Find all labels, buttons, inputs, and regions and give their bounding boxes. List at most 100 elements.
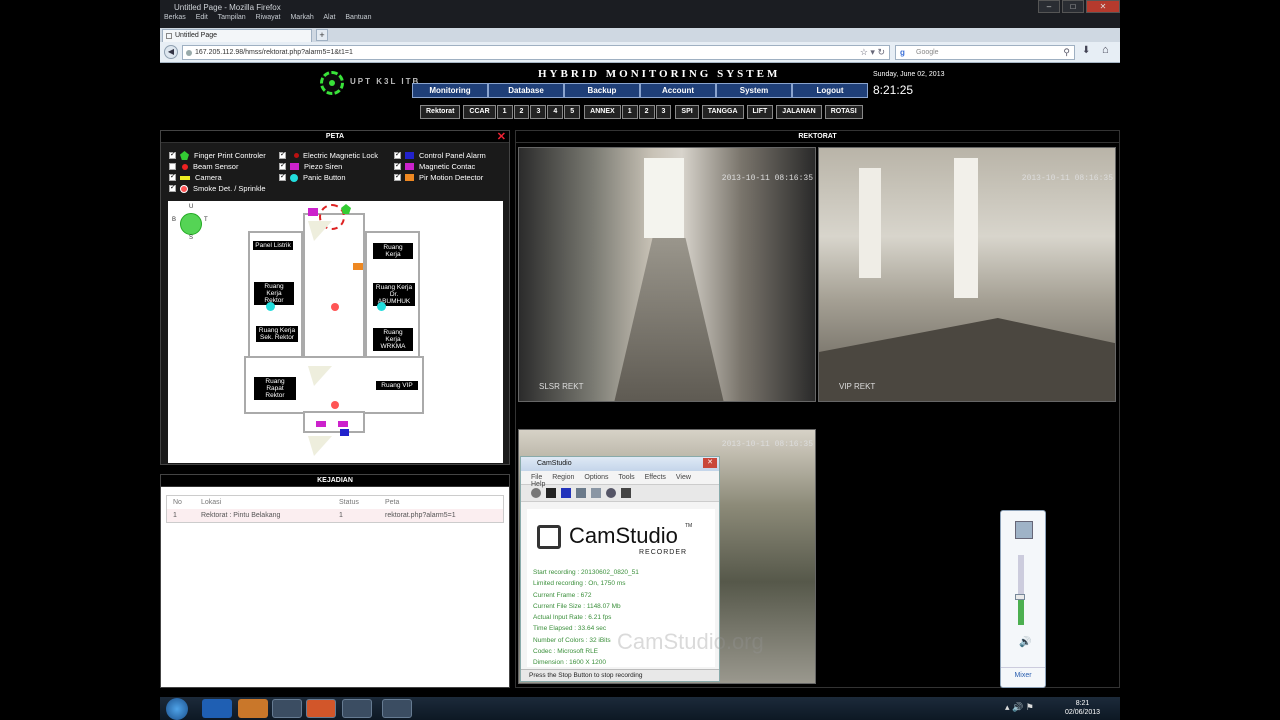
- menu-item[interactable]: Help: [531, 481, 545, 488]
- menu-item[interactable]: Alat: [323, 14, 335, 21]
- legend-item[interactable]: Control Panel Alarm: [394, 150, 486, 160]
- close-icon[interactable]: ✕: [497, 132, 506, 143]
- new-tab-button[interactable]: +: [316, 29, 328, 41]
- subnav-ccar-2[interactable]: 2: [513, 105, 530, 119]
- taskbar-clock[interactable]: 8:21 02/06/2013: [1065, 699, 1100, 717]
- minimize-button[interactable]: –: [1038, 0, 1060, 13]
- search-icon[interactable]: ⚲: [1063, 47, 1070, 58]
- cell-peta-link[interactable]: rektorat.php?alarm5=1: [379, 509, 499, 522]
- menu-item[interactable]: View: [676, 474, 691, 481]
- reload-icon[interactable]: ☆ ▾ ↻: [860, 47, 885, 58]
- table-row[interactable]: 1 Rektorat : Pintu Belakang 1 rektorat.p…: [167, 509, 503, 522]
- checkbox[interactable]: [394, 172, 401, 181]
- browser-tab[interactable]: Untitled Page: [162, 29, 312, 42]
- menu-item[interactable]: Riwayat: [256, 14, 281, 21]
- back-icon[interactable]: ◀: [164, 45, 178, 59]
- nav-system[interactable]: System: [716, 83, 792, 98]
- subnav-rektorat[interactable]: Rektorat: [420, 105, 461, 119]
- subnav-annex-1[interactable]: 1: [621, 105, 638, 119]
- subnav-ccar-1[interactable]: 1: [496, 105, 513, 119]
- search-input[interactable]: g Google ⚲: [895, 45, 1075, 60]
- smoke-detector-icon[interactable]: [331, 303, 339, 311]
- pause-icon[interactable]: [546, 488, 556, 498]
- subnav-annex-3[interactable]: 3: [655, 105, 672, 119]
- camstudio-task-icon[interactable]: [382, 699, 412, 718]
- panic-button-icon[interactable]: [266, 302, 275, 311]
- mixer-link[interactable]: Mixer: [1001, 667, 1045, 679]
- legend-item[interactable]: Piezo Siren: [279, 161, 342, 171]
- ie-icon[interactable]: [202, 699, 232, 718]
- legend-item[interactable]: Finger Print Controler: [169, 150, 266, 160]
- subnav-tangga[interactable]: TANGGA: [701, 105, 744, 119]
- legend-item[interactable]: Smoke Det. / Sprinkle: [169, 183, 266, 193]
- subnav-ccar-5[interactable]: 5: [564, 105, 581, 119]
- volume-slider-handle[interactable]: [1015, 594, 1025, 600]
- room-ruang-kerja-wrkma[interactable]: Ruang Kerja WRKMA: [373, 328, 413, 351]
- subnav-ccar[interactable]: CCAR: [463, 105, 496, 119]
- legend-item[interactable]: Panic Button: [279, 172, 346, 182]
- home-icon[interactable]: ⌂: [1102, 44, 1109, 56]
- legend-item[interactable]: Pir Motion Detector: [394, 172, 483, 182]
- legend-item[interactable]: Camera: [169, 172, 222, 182]
- subnav-annex-2[interactable]: 2: [638, 105, 655, 119]
- menu-item[interactable]: Region: [552, 474, 574, 481]
- nav-database[interactable]: Database: [488, 83, 564, 98]
- room-panel-listrik[interactable]: Panel Listrik: [253, 241, 293, 250]
- camera-fov-icon[interactable]: [308, 436, 332, 456]
- menu-item[interactable]: Effects: [645, 474, 666, 481]
- camera-fov-icon[interactable]: [308, 221, 332, 241]
- checkbox[interactable]: [169, 183, 176, 192]
- room-ruang-vip[interactable]: Ruang VIP: [376, 381, 418, 390]
- record-icon[interactable]: [531, 488, 541, 498]
- checkbox[interactable]: [169, 150, 176, 159]
- start-button[interactable]: [166, 698, 188, 720]
- control-panel-icon[interactable]: [340, 429, 349, 436]
- pir-motion-icon[interactable]: [353, 263, 363, 270]
- close-button[interactable]: ✕: [1086, 0, 1120, 13]
- url-bar[interactable]: 167.205.112.98/hmss/rektorat.php?alarm5=…: [182, 45, 890, 60]
- subnav-jalanan[interactable]: JALANAN: [776, 105, 822, 119]
- subnav-lift[interactable]: LIFT: [746, 105, 774, 119]
- checkbox[interactable]: [394, 161, 401, 170]
- options-icon[interactable]: [591, 488, 601, 498]
- subnav-ccar-3[interactable]: 3: [530, 105, 547, 119]
- legend-item[interactable]: Electric Magnetic Lock: [279, 150, 378, 160]
- panic-button-icon[interactable]: [377, 302, 386, 311]
- region-icon[interactable]: [576, 488, 586, 498]
- nav-account[interactable]: Account: [640, 83, 716, 98]
- magnetic-contact-icon[interactable]: [316, 421, 326, 427]
- camera-fov-icon[interactable]: [308, 366, 332, 386]
- room-ruang-kerja[interactable]: Ruang Kerja: [373, 243, 413, 259]
- menu-item[interactable]: File: [531, 474, 542, 481]
- magnetic-contact-icon[interactable]: [338, 421, 348, 427]
- room-ruang-kerja-rektor[interactable]: Ruang Kerja Rektor: [254, 282, 294, 305]
- remote-app-icon[interactable]: [342, 699, 372, 718]
- room-ruang-kerja-sek[interactable]: Ruang Kerja Sek. Rektor: [256, 326, 298, 342]
- menu-item[interactable]: Bantuan: [345, 14, 371, 21]
- legend-item[interactable]: Magnetic Contac: [394, 161, 475, 171]
- menu-item[interactable]: Berkas: [164, 14, 186, 21]
- system-tray[interactable]: ▴ 🔊 ⚑: [1005, 702, 1034, 713]
- explorer-icon[interactable]: [272, 699, 302, 718]
- nav-backup[interactable]: Backup: [564, 83, 640, 98]
- menu-item[interactable]: Markah: [290, 14, 313, 21]
- close-button[interactable]: ✕: [703, 458, 717, 468]
- annotation-icon[interactable]: [606, 488, 616, 498]
- checkbox[interactable]: [279, 172, 286, 181]
- legend-item[interactable]: Beam Sensor: [169, 162, 238, 171]
- room-ruang-rapat[interactable]: Ruang Rapat Rektor: [254, 377, 296, 400]
- checkbox[interactable]: [169, 163, 176, 170]
- piezo-siren-icon[interactable]: [308, 208, 318, 216]
- nav-logout[interactable]: Logout: [792, 83, 868, 98]
- camera-feed[interactable]: 2013-10-11 08:16:35 SLSR REKT: [518, 147, 816, 402]
- firefox-icon[interactable]: [306, 699, 336, 718]
- subnav-ccar-4[interactable]: 4: [547, 105, 564, 119]
- menu-item[interactable]: Tampilan: [218, 14, 246, 21]
- minimize-icon[interactable]: [621, 488, 631, 498]
- subnav-rotasi[interactable]: ROTASI: [824, 105, 863, 119]
- download-icon[interactable]: ⬇: [1082, 45, 1090, 56]
- menu-item[interactable]: Tools: [618, 474, 634, 481]
- maximize-button[interactable]: □: [1062, 0, 1084, 13]
- checkbox[interactable]: [279, 150, 286, 159]
- checkbox[interactable]: [169, 172, 176, 181]
